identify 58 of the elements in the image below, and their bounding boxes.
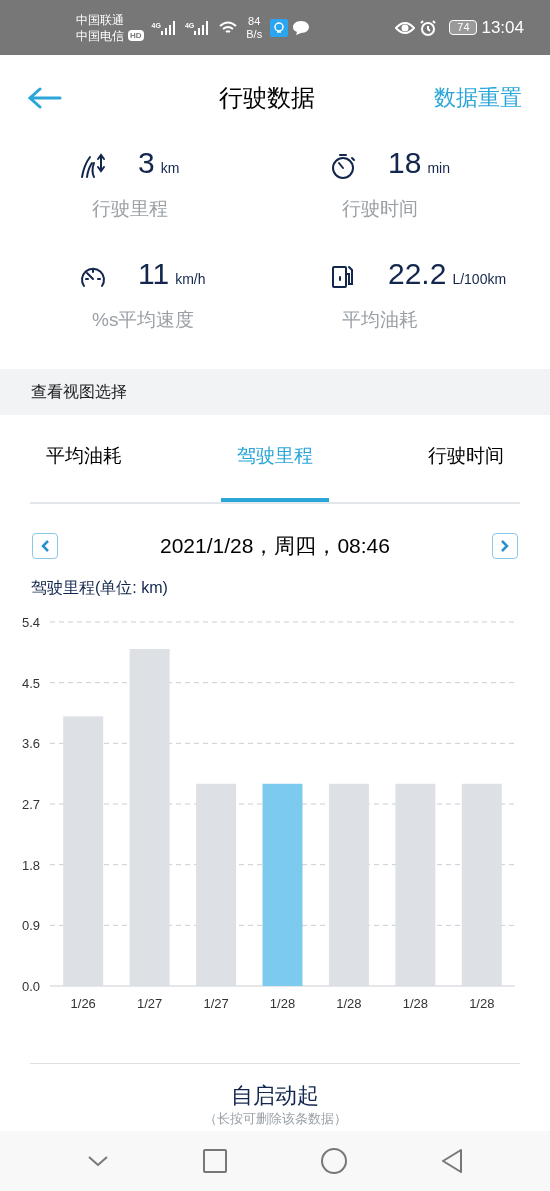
wifi-icon [218,19,239,36]
stat-unit: min [427,159,450,178]
circle-icon[interactable] [321,1148,347,1174]
carrier-name: 中国电信 [76,27,124,44]
y-axis-label: 3.6 [22,735,41,751]
x-axis-label: 1/28 [269,995,296,1011]
lightbulb-icon [270,18,289,37]
next-button[interactable] [492,532,518,559]
x-axis-label: 1/27 [137,995,163,1011]
stat-value: 18 [388,145,422,181]
chat-bubble-icon [292,19,311,36]
carrier-name: 中国联通 [76,11,125,28]
chevron-right-icon [500,538,510,553]
chevron-down-icon[interactable] [87,1154,109,1168]
tab[interactable]: 行驶时间 [412,415,520,502]
road-icon [78,151,108,181]
network-speed: 84 [248,14,261,28]
y-axis-label: 4.5 [22,675,41,691]
y-axis-label: 5.4 [22,614,41,630]
clock-time: 13:04 [481,16,524,39]
stat-value: 3 [138,145,155,181]
page-title: 行驶数据 [218,82,316,113]
x-axis-label: 1/26 [70,995,96,1011]
section-title: 查看视图选择 [31,382,127,402]
y-axis-label: 1.8 [22,857,41,873]
eye-icon [395,20,416,35]
x-axis-label: 1/28 [402,995,428,1011]
signal-icon [194,20,211,35]
hd-indicator: HD [128,30,144,41]
stat-label: %s平均速度 [92,308,196,332]
trip-hint: （长按可删除该条数据） [203,1109,347,1128]
date-label: 2021/1/28，周四，08:46 [160,533,390,559]
x-axis-label: 1/27 [203,995,229,1011]
stat-label: 平均油耗 [342,308,419,332]
stat-value: 11 [138,256,170,292]
stat-unit: L/100km [452,270,507,289]
stat-value: 22.2 [388,256,447,292]
chevron-left-icon [40,538,50,553]
triangle-icon[interactable] [441,1148,463,1174]
battery-indicator: 74 [449,20,478,35]
stat-label: 行驶时间 [342,197,419,221]
y-axis-label: 0.9 [22,917,41,933]
square-icon[interactable] [203,1149,227,1173]
stat-unit: km [160,159,180,178]
chart-label: 驾驶里程(单位: km) [31,577,169,598]
stat-label: 行驶里程 [92,197,169,221]
trip-title: 自启动起 [231,1081,319,1110]
x-axis-label: 1/28 [469,995,495,1011]
speed-unit: B/s [246,27,263,41]
tab[interactable]: 平均油耗 [30,415,138,502]
previous-button[interactable] [32,532,58,559]
x-axis-label: 1/28 [336,995,362,1011]
alarm-clock-icon [419,18,438,37]
y-axis-label: 0.0 [22,978,41,994]
y-axis-label: 2.7 [22,796,41,812]
stat-unit: km/h [175,270,206,289]
signal-icon [160,20,177,35]
back-arrow-icon[interactable] [28,86,62,109]
